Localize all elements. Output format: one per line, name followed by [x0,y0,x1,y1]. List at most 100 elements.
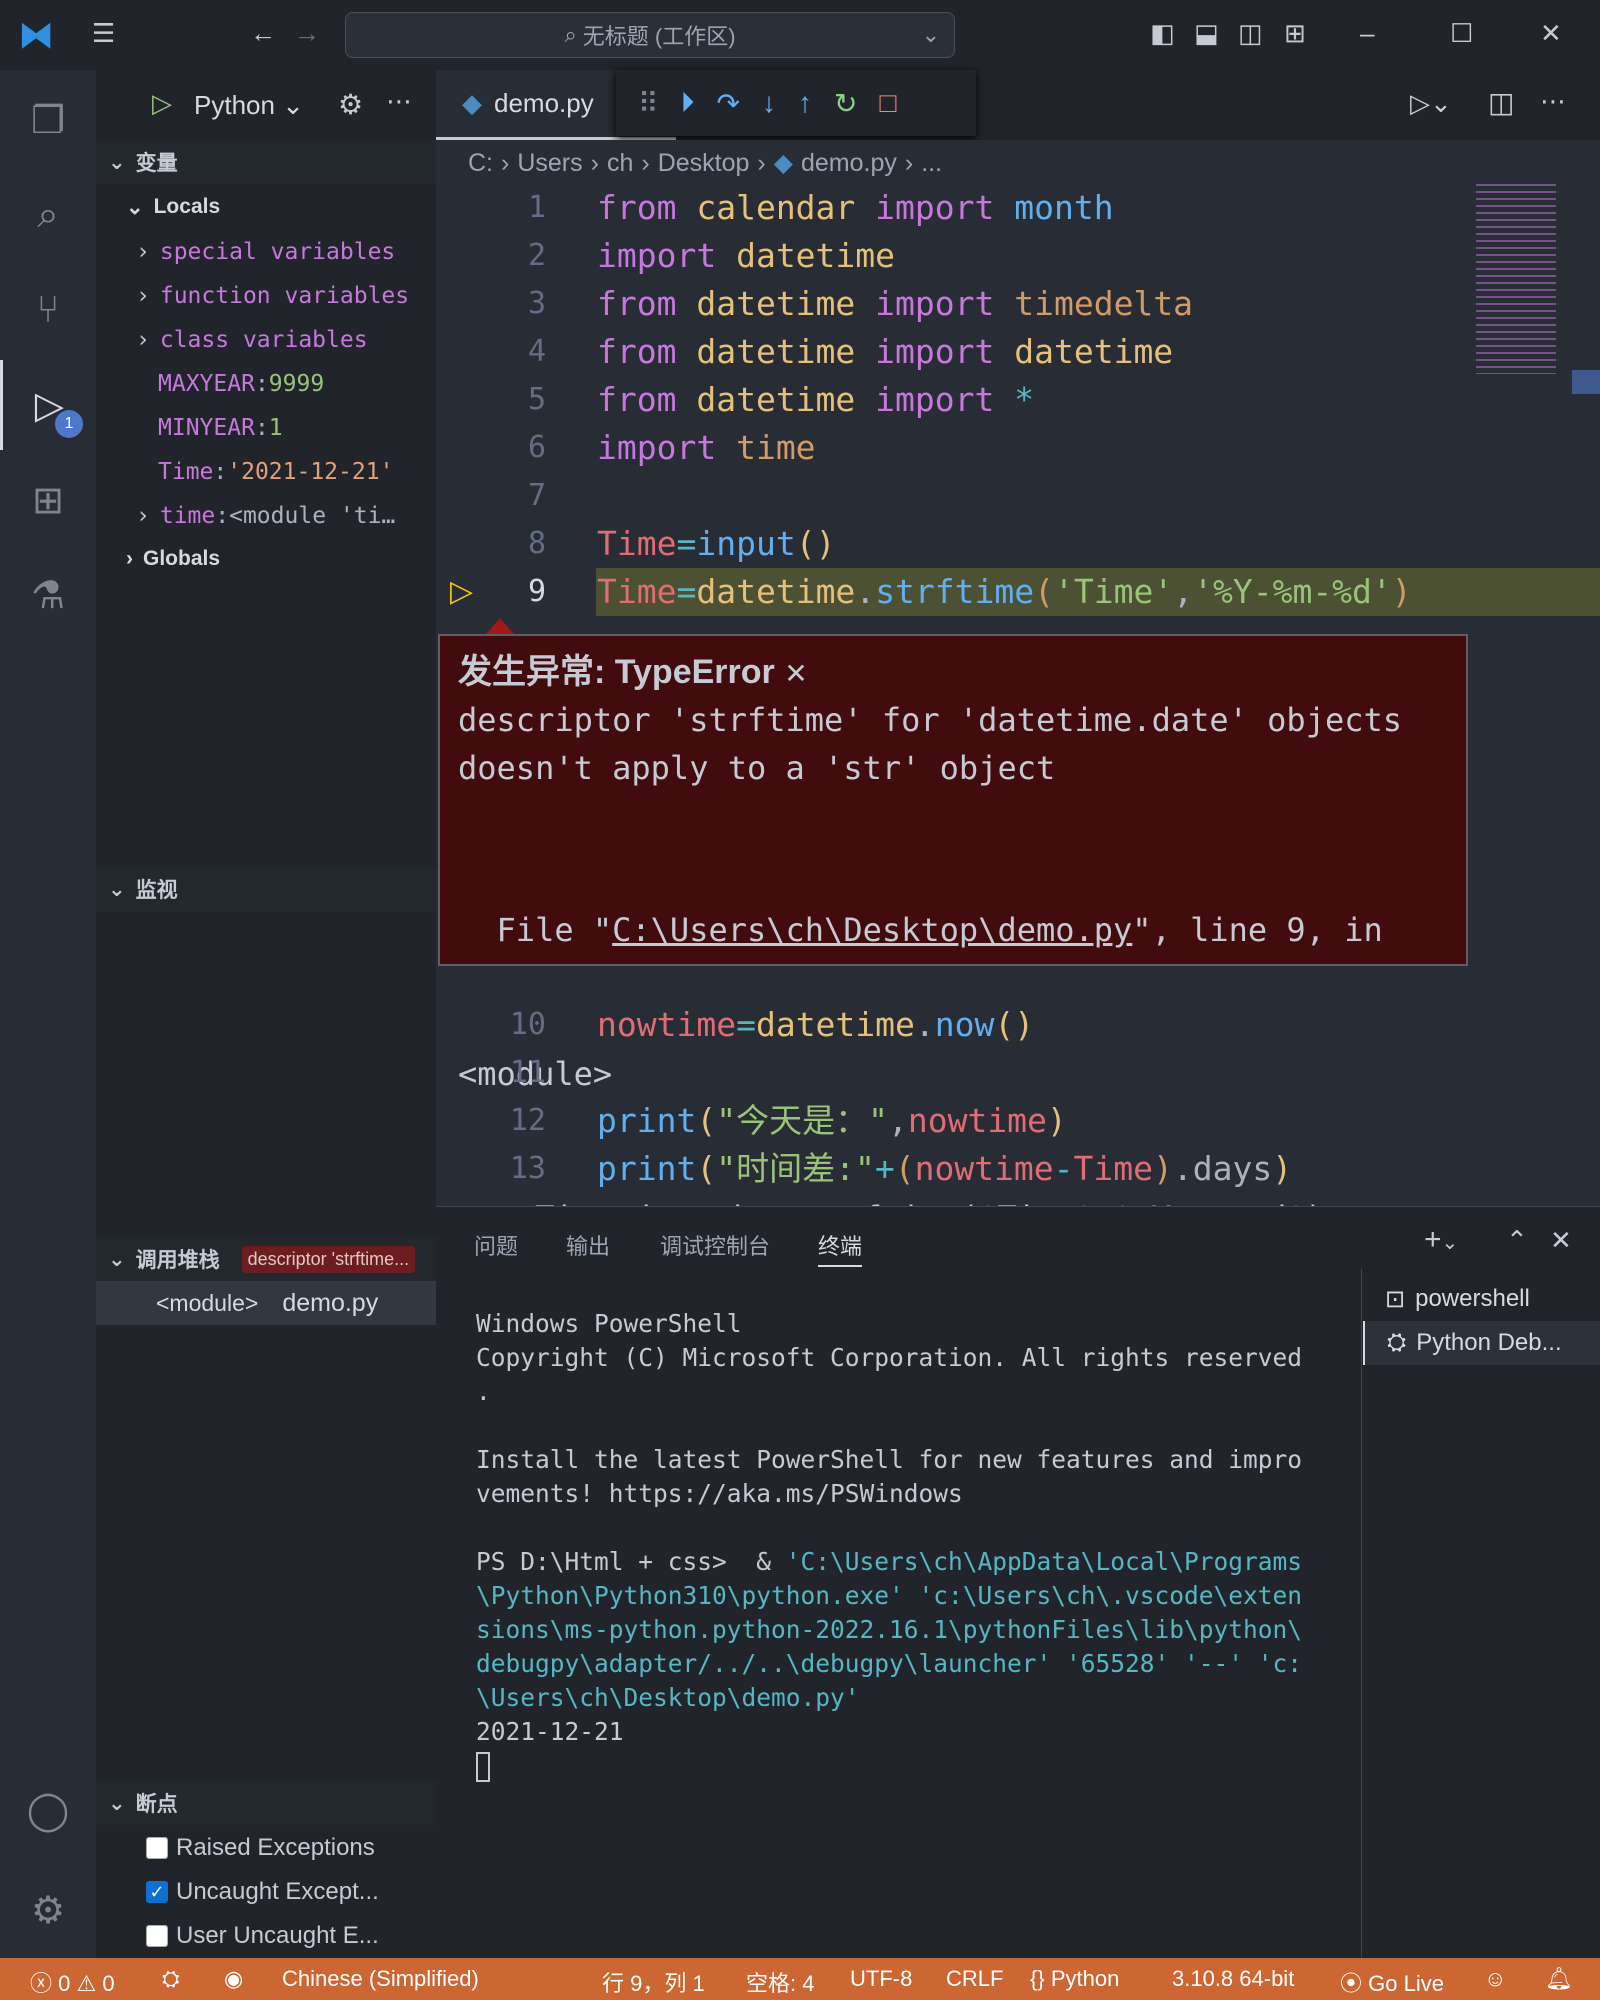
step-into-icon[interactable]: ↓ [762,87,776,119]
terminal-instance[interactable]: ⛭ Python Deb... [1363,1321,1600,1365]
code-line[interactable]: print("时间差:"+(nowtime-Time).days) [597,1145,1292,1193]
minimize-button[interactable]: – [1360,18,1374,49]
line-number: 4 [527,334,546,369]
extensions-icon[interactable]: ⊞ [0,455,96,545]
code-line[interactable]: from datetime import datetime [597,328,1173,376]
terminal-instance[interactable]: ⊡ powershell [1363,1277,1600,1321]
source-control-icon[interactable]: ⑂ [0,265,96,355]
breakpoint-item[interactable]: ✓ Uncaught Except... [96,1870,436,1914]
locals-scope[interactable]: ⌄ Locals [96,185,436,229]
gear-icon[interactable]: ⚙ [338,88,363,121]
more-actions-icon[interactable]: ⋯ [386,86,412,117]
breakpoint-checkbox[interactable] [146,1837,168,1859]
variable-item[interactable]: › class variables [96,318,436,362]
breadcrumb-item[interactable]: Desktop [658,149,750,177]
code-token: - [1053,1149,1074,1188]
back-icon[interactable]: ← [250,18,276,49]
maximize-panel-icon[interactable]: ⌃ [1506,1225,1528,1256]
code-line[interactable]: import datetime [597,232,895,280]
encoding-status[interactable]: UTF-8 [850,1966,912,1992]
code-token: = [676,524,697,563]
code-line[interactable]: from datetime import timedelta [597,280,1193,328]
step-over-icon[interactable]: ↷ [717,87,740,120]
panel-tab[interactable]: 输出 [566,1229,610,1261]
new-terminal-icon[interactable]: +⌄ [1424,1223,1458,1257]
search-icon[interactable]: ⌕ [0,170,96,260]
code-line[interactable]: from datetime import * [597,376,1034,424]
toggle-sidebar-icon[interactable]: ◧ [1150,18,1175,49]
code-line[interactable]: nowtime=datetime.now() [597,1001,1034,1049]
code-token: * [1014,380,1035,419]
variable-item[interactable]: › function variables [96,274,436,318]
command-center[interactable]: ⌕ 无标题 (工作区) ⌄ [345,12,955,58]
run-debug-icon[interactable]: ▷ 1 [0,360,96,450]
breadcrumb-item[interactable]: demo.py [801,149,897,177]
globals-scope[interactable]: › Globals [96,537,436,581]
code-line[interactable]: from calendar import month [597,184,1114,232]
start-debugging-icon[interactable]: ▷ [152,88,172,119]
indentation-status[interactable]: 空格: 4 [746,1966,814,1998]
continue-icon[interactable]: ⏵ [681,87,695,120]
menu-icon[interactable]: ☰ [92,18,115,49]
run-file-icon[interactable]: ▷⌄ [1410,88,1452,119]
callstack-frame[interactable]: <module> demo.py [96,1281,436,1325]
language-mode[interactable]: {} Python [1030,1966,1119,1992]
close-panel-icon[interactable]: ✕ [1550,1225,1572,1256]
restart-icon[interactable]: ↻ [834,87,857,120]
eol-status[interactable]: CRLF [946,1966,1003,1992]
breadcrumb-item[interactable]: Users [517,149,582,177]
code-line[interactable]: import time [597,424,816,472]
feedback-icon[interactable]: ☺ [1484,1966,1506,1992]
customize-layout-icon[interactable]: ⊞ [1284,18,1306,49]
toggle-secondary-sidebar-icon[interactable]: ◫ [1238,18,1263,49]
breakpoint-checkbox[interactable] [146,1925,168,1947]
panel-tab[interactable]: 调试控制台 [660,1229,770,1261]
language-pack-status[interactable]: Chinese (Simplified) [282,1966,479,1992]
run-config-select[interactable]: Python ⌄ [194,90,304,121]
account-icon[interactable]: ◯ [0,1765,96,1855]
breakpoints-section-header[interactable]: ⌄ 断点 [96,1781,436,1825]
step-out-icon[interactable]: ↑ [798,87,812,119]
file-link[interactable]: C:\Users\ch\Desktop\demo.py [612,911,1132,949]
gear-icon[interactable]: ⚙ [0,1865,96,1955]
terminal-icon: ⊡ [1385,1285,1406,1313]
callstack-section-header[interactable]: ⌄ 调用堆栈 descriptor 'strftime... [96,1237,436,1281]
minimap[interactable] [1476,184,1556,374]
close-icon[interactable]: ✕ [784,658,807,689]
panel-tab[interactable]: 终端 [818,1229,863,1267]
cursor-position[interactable]: 行 9，列 1 [602,1966,705,1998]
maximize-button[interactable]: ☐ [1450,18,1473,49]
breadcrumb-item[interactable]: ... [921,149,942,177]
breakpoint-item[interactable]: User Uncaught E... [96,1914,436,1958]
explorer-icon[interactable]: ❐ [0,75,96,165]
more-actions-icon[interactable]: ⋯ [1540,86,1566,117]
panel-tab[interactable]: 问题 [474,1229,518,1261]
stop-icon[interactable]: □ [879,87,896,119]
broadcast-icon[interactable]: ◉ [224,1966,243,1992]
problems-status[interactable]: ⓧ 0 ⚠ 0 [30,1966,115,1998]
variable-item[interactable]: › time: <module 'ti… [96,494,436,538]
go-live-button[interactable]: ⦿ Go Live [1340,1966,1444,1998]
drag-handle-icon[interactable]: ⠿ [638,87,659,120]
watch-section-header[interactable]: ⌄ 监视 [96,867,436,911]
variables-section-header[interactable]: ⌄ 变量 [96,140,436,184]
terminal-output[interactable]: Windows PowerShell Copyright (C) Microsof… [476,1307,1302,1749]
breadcrumb-item[interactable]: C: [468,149,493,177]
code-line[interactable]: Time=datetime.strftime('Time','%Y-%m-%d'… [597,568,1412,616]
code-token: datetime [696,572,856,611]
debug-status-icon[interactable]: ⛭ [162,1966,180,1992]
variable-item[interactable]: › special variables [96,230,436,274]
code-line[interactable]: print("今天是：",nowtime) [597,1097,1067,1145]
code-line[interactable]: Time=input() [597,520,835,568]
close-window-button[interactable]: ✕ [1540,18,1562,49]
breakpoint-checkbox[interactable]: ✓ [146,1881,168,1903]
forward-icon[interactable]: → [294,18,320,49]
breakpoint-item[interactable]: Raised Exceptions [96,1826,436,1870]
split-editor-icon[interactable]: ◫ [1488,86,1514,119]
breadcrumb-item[interactable]: ch [607,149,633,177]
bell-icon[interactable]: 🔔︎ [1545,1966,1573,1992]
chevron-down-icon[interactable]: ⌄ [922,22,940,48]
interpreter-status[interactable]: 3.10.8 64-bit [1172,1966,1294,1992]
testing-icon[interactable]: ⚗ [0,550,96,640]
toggle-panel-icon[interactable]: ⬓ [1194,18,1219,49]
